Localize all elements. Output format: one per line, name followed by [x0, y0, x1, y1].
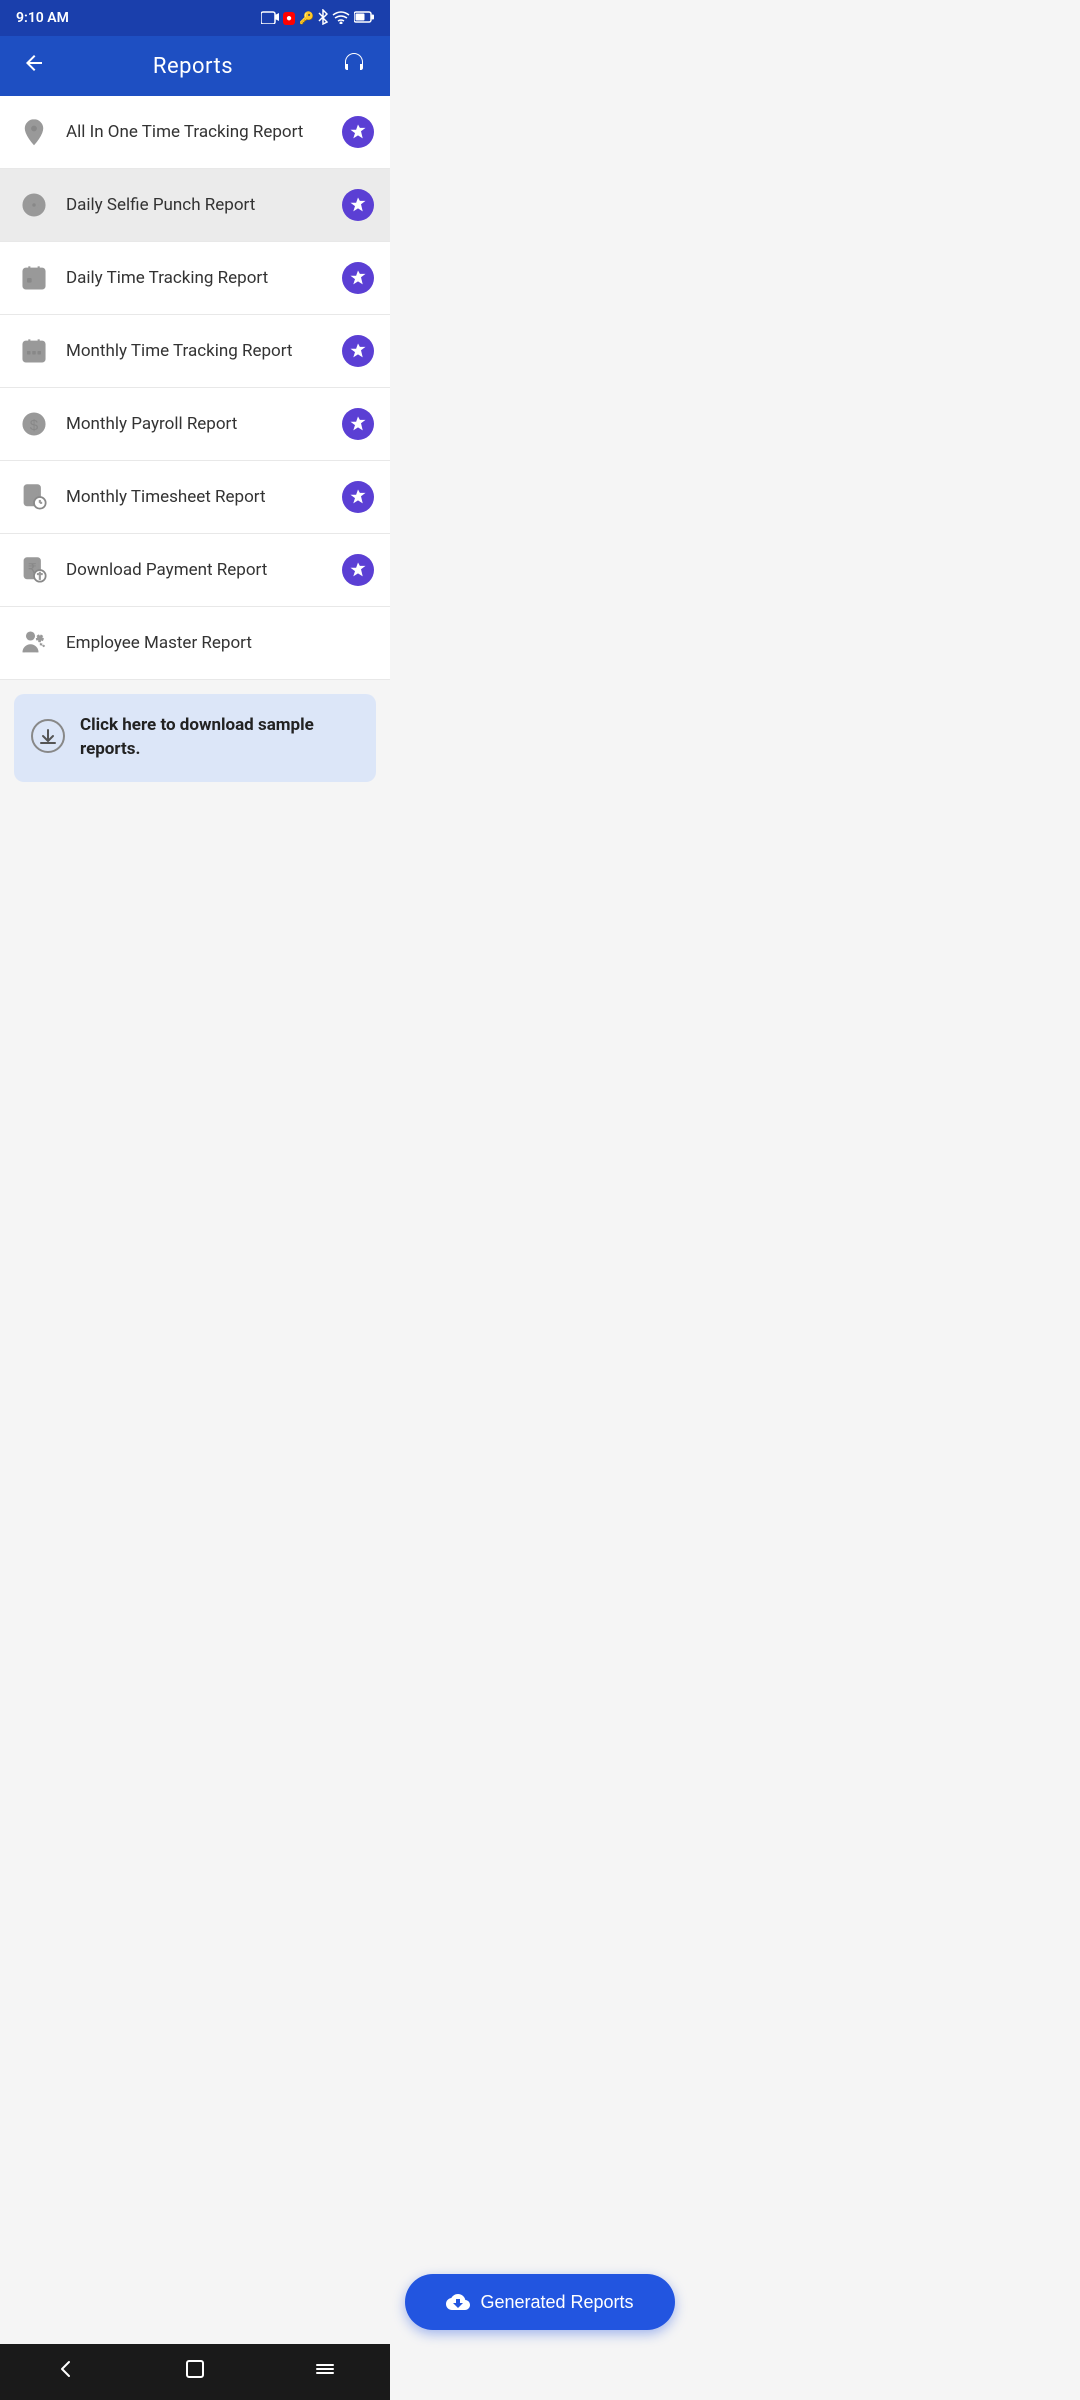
- report-label-all-in-one: All In One Time Tracking Report: [66, 122, 342, 142]
- cloud-download-btn-icon: [446, 2290, 470, 2314]
- bluetooth-icon: [318, 9, 328, 28]
- report-item-employee-master[interactable]: Employee Master Report: [0, 607, 390, 680]
- report-item-monthly-timesheet[interactable]: Monthly Timesheet Report: [0, 461, 390, 534]
- nav-menu-button[interactable]: [294, 2350, 356, 2394]
- star-button-monthly-timesheet[interactable]: [342, 481, 374, 513]
- report-item-daily-time[interactable]: Daily Time Tracking Report: [0, 242, 390, 315]
- star-button-daily-selfie[interactable]: [342, 189, 374, 221]
- report-item-monthly-payroll[interactable]: $ Monthly Payroll Report: [0, 388, 390, 461]
- report-label-download-payment: Download Payment Report: [66, 560, 342, 580]
- page-title: Reports: [153, 54, 233, 79]
- report-item-download-payment[interactable]: ₹ Download Payment Report: [0, 534, 390, 607]
- status-time: 9:10 AM: [16, 10, 69, 26]
- nav-home-button[interactable]: [164, 2350, 226, 2394]
- battery-icon: [354, 11, 374, 26]
- location-icon: [16, 114, 52, 150]
- person-group-icon: [16, 625, 52, 661]
- calendar-icon: [16, 260, 52, 296]
- report-label-daily-time: Daily Time Tracking Report: [66, 268, 342, 288]
- report-label-monthly-timesheet: Monthly Timesheet Report: [66, 487, 342, 507]
- report-item-daily-selfie[interactable]: Daily Selfie Punch Report: [0, 169, 390, 242]
- headset-button[interactable]: [336, 45, 372, 87]
- back-button[interactable]: [18, 47, 50, 85]
- report-label-daily-selfie: Daily Selfie Punch Report: [66, 195, 342, 215]
- camera-lens-icon: [16, 187, 52, 223]
- status-icons: ● 🔑: [261, 9, 374, 28]
- wifi-icon: [332, 10, 350, 27]
- generated-reports-label: Generated Reports: [480, 2292, 633, 2313]
- report-item-monthly-time[interactable]: Monthly Time Tracking Report: [0, 315, 390, 388]
- cloud-download-icon: [30, 718, 66, 758]
- rupee-icon: ₹: [16, 552, 52, 588]
- star-button-download-payment[interactable]: [342, 554, 374, 586]
- download-sample-banner[interactable]: Click here to download sample reports.: [14, 694, 376, 782]
- report-item-all-in-one[interactable]: All In One Time Tracking Report: [0, 96, 390, 169]
- star-button-daily-time[interactable]: [342, 262, 374, 294]
- status-bar: 9:10 AM ● 🔑: [0, 0, 390, 36]
- content-spacer: [0, 796, 390, 916]
- key-icon: 🔑: [299, 11, 314, 25]
- download-banner-text: Click here to download sample reports.: [80, 714, 360, 762]
- star-button-monthly-payroll[interactable]: [342, 408, 374, 440]
- report-label-employee-master: Employee Master Report: [66, 633, 374, 653]
- report-label-monthly-time: Monthly Time Tracking Report: [66, 341, 342, 361]
- generated-reports-button[interactable]: Generated Reports: [405, 2274, 675, 2330]
- header: Reports: [0, 36, 390, 96]
- report-label-monthly-payroll: Monthly Payroll Report: [66, 414, 342, 434]
- svg-text:$: $: [30, 417, 39, 434]
- dollar-icon: $: [16, 406, 52, 442]
- star-button-all-in-one[interactable]: [342, 116, 374, 148]
- report-list: All In One Time Tracking Report Daily Se…: [0, 96, 390, 680]
- star-button-monthly-time[interactable]: [342, 335, 374, 367]
- calendar-grid-icon: [16, 333, 52, 369]
- nav-back-button[interactable]: [34, 2350, 96, 2394]
- record-icon: ●: [283, 12, 295, 25]
- timesheet-icon: [16, 479, 52, 515]
- camera-icon: [261, 10, 279, 27]
- bottom-nav: [0, 2344, 390, 2400]
